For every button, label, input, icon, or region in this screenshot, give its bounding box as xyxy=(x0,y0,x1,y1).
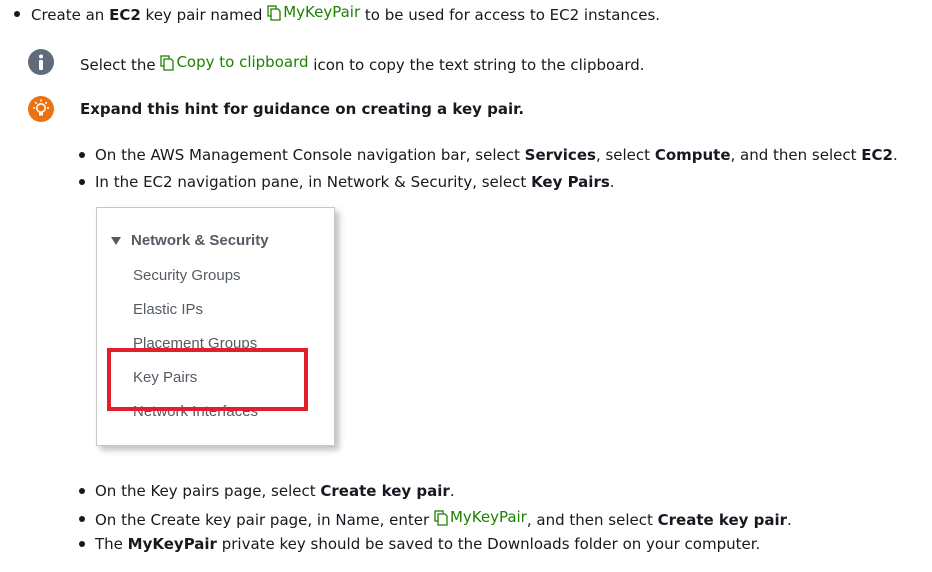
task-ec2: EC2 xyxy=(109,6,141,24)
copy-keypair-name-link[interactable]: MyKeyPair xyxy=(434,507,527,527)
info-prefix: Select the xyxy=(80,56,161,74)
panel-header-label: Network & Security xyxy=(131,232,269,249)
bullet-dot xyxy=(79,541,85,547)
info-text: Select the Copy to clipboard icon to cop… xyxy=(80,52,645,75)
step-2-text: In the EC2 navigation pane, in Network &… xyxy=(95,173,532,191)
copy-to-clipboard-label: Copy to clipboard xyxy=(176,53,309,71)
step-text: On the AWS Management Console navigation… xyxy=(95,145,898,165)
task-suffix: to be used for access to EC2 instances. xyxy=(360,6,661,24)
step-1-compute: Compute xyxy=(654,146,731,164)
step-1-ec2: EC2 xyxy=(861,146,893,164)
copy-icon xyxy=(267,5,281,21)
step-text: On the Create key pair page, in Name, en… xyxy=(95,507,792,530)
hint-toggle[interactable]: Expand this hint for guidance on creatin… xyxy=(80,99,524,119)
step-5-text: The xyxy=(95,535,128,553)
step-5-rest: private key should be saved to the Downl… xyxy=(216,535,761,553)
step-4-sep: , and then select xyxy=(526,511,658,529)
step-text: The MyKeyPair private key should be save… xyxy=(95,534,760,554)
copy-keypair-name-link[interactable]: MyKeyPair xyxy=(267,2,360,22)
step-item: On the Create key pair page, in Name, en… xyxy=(79,507,792,530)
step-item: On the Key pairs page, select Create key… xyxy=(79,481,455,501)
task-mid: key pair named xyxy=(140,6,268,24)
step-text: On the Key pairs page, select Create key… xyxy=(95,481,455,501)
keypair-name: MyKeyPair xyxy=(283,3,361,21)
task-text: Create an EC2 key pair named MyKeyPair t… xyxy=(31,2,660,25)
task-bullet: Create an EC2 key pair named MyKeyPair t… xyxy=(14,2,660,25)
bullet-dot xyxy=(14,10,20,17)
panel-header: Network & Security xyxy=(111,232,269,249)
step-4-create-key-pair: Create key pair xyxy=(657,511,788,529)
highlight-box xyxy=(107,348,308,411)
step-1-text: On the AWS Management Console navigation… xyxy=(95,146,525,164)
step-item: On the AWS Management Console navigation… xyxy=(79,145,898,165)
hint-title: Expand this hint for guidance on creatin… xyxy=(80,100,525,118)
copy-icon xyxy=(434,510,448,526)
task-prefix: Create an xyxy=(31,6,110,24)
step-4-text: On the Create key pair page, in Name, en… xyxy=(95,511,434,529)
copy-to-clipboard-link[interactable]: Copy to clipboard xyxy=(160,52,309,72)
info-icon xyxy=(28,49,54,75)
step-item: The MyKeyPair private key should be save… xyxy=(79,534,760,554)
step-1-sep2: , and then select xyxy=(730,146,862,164)
step-text: In the EC2 navigation pane, in Network &… xyxy=(95,172,615,192)
copy-icon xyxy=(160,55,175,71)
panel-item-security-groups: Security Groups xyxy=(133,267,241,284)
step-1-services: Services xyxy=(524,146,596,164)
step-4-keypair-name: MyKeyPair xyxy=(449,508,527,526)
bullet-dot xyxy=(79,152,85,158)
step-3-text: On the Key pairs page, select xyxy=(95,482,321,500)
step-item: In the EC2 navigation pane, in Network &… xyxy=(79,172,615,192)
lightbulb-icon[interactable] xyxy=(28,96,54,122)
info-suffix: icon to copy the text string to the clip… xyxy=(308,56,645,74)
panel-item-elastic-ips: Elastic IPs xyxy=(133,301,204,318)
step-3-period: . xyxy=(449,482,455,500)
step-1-period: . xyxy=(892,146,898,164)
step-1-sep: , select xyxy=(595,146,655,164)
collapse-triangle-icon xyxy=(111,236,121,245)
step-3-create-key-pair: Create key pair xyxy=(320,482,450,500)
step-4-period: . xyxy=(787,511,792,529)
step-5-mykeypair: MyKeyPair xyxy=(127,535,217,553)
bullet-dot xyxy=(79,488,85,494)
bullet-dot xyxy=(79,179,85,185)
bullet-dot xyxy=(79,515,85,522)
step-2-key-pairs: Key Pairs xyxy=(531,173,610,191)
navigation-screenshot: Network & Security Security Groups Elast… xyxy=(96,207,335,446)
step-2-period: . xyxy=(609,173,615,191)
